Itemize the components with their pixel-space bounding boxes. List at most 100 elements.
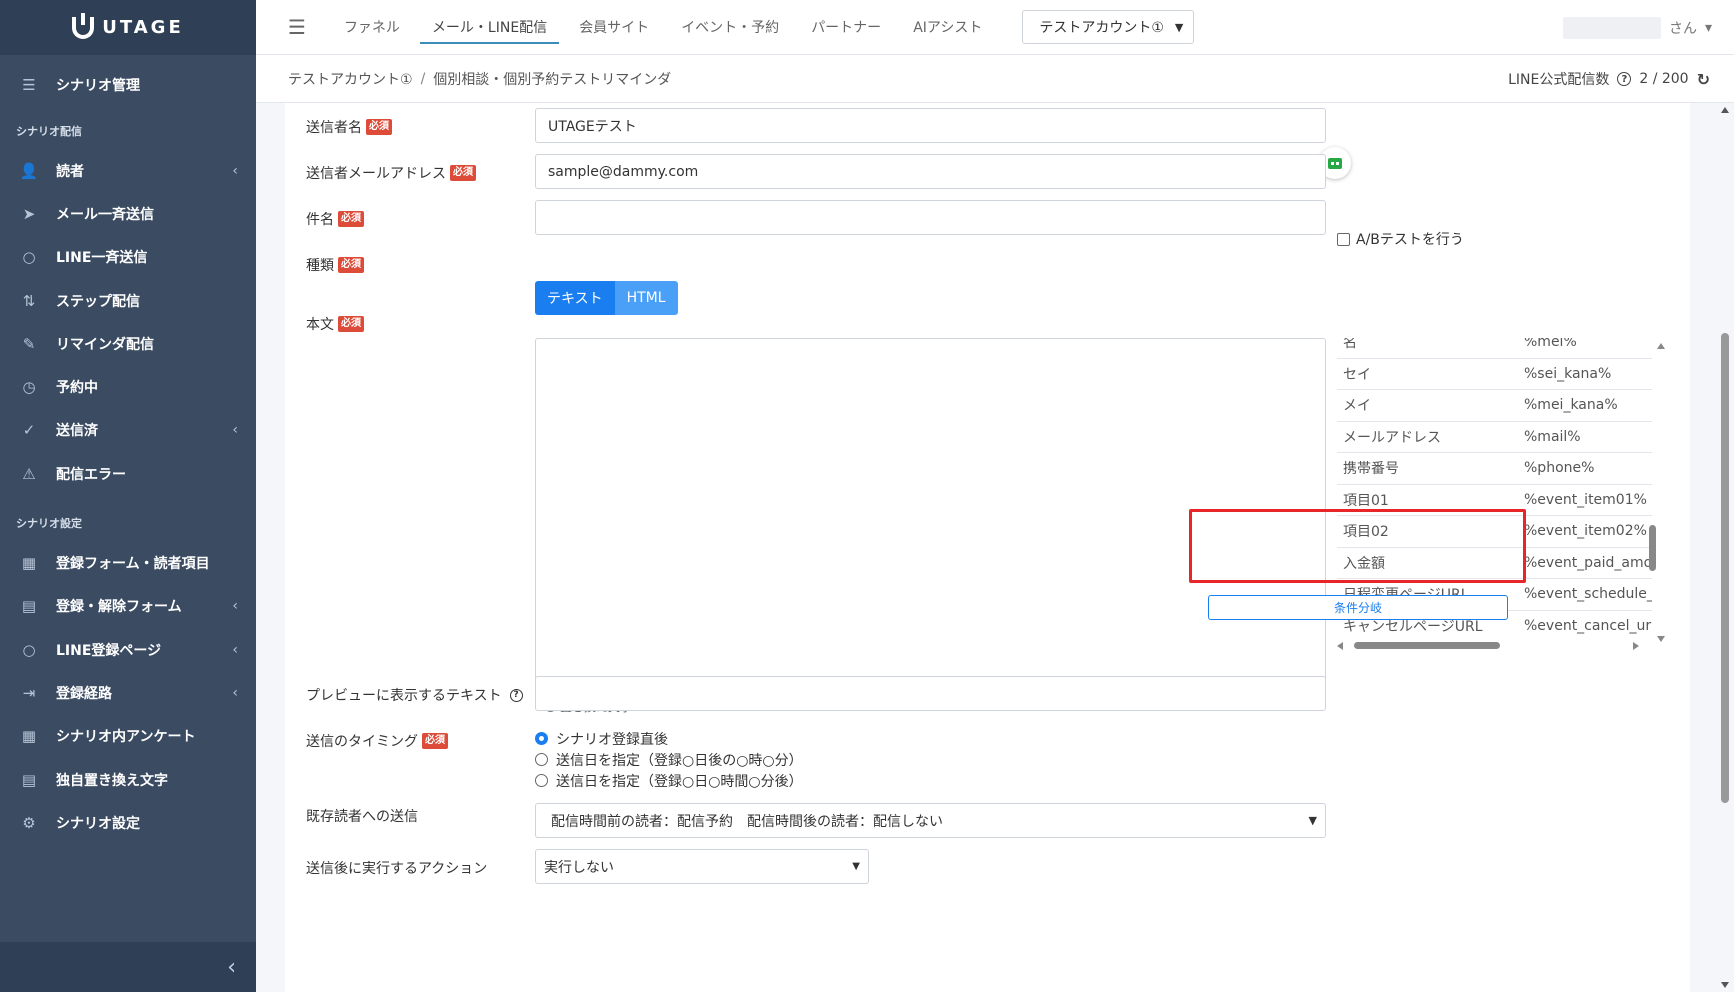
sidebar-item-settings-6[interactable]: ⚙ シナリオ設定 <box>0 801 256 844</box>
replace-var-row[interactable]: メールアドレス %mail% <box>1337 420 1652 453</box>
ab-test-checkbox[interactable]: A/Bテストを行う <box>1337 229 1464 249</box>
help-icon[interactable]: ? <box>509 688 523 702</box>
replace-var-key: 携帯番号 <box>1343 461 1399 478</box>
radio-label: 送信日を指定（登録○日後の○時○分） <box>556 752 803 769</box>
timing-radio-2[interactable]: 送信日を指定（登録○日○時間○分後） <box>535 772 803 790</box>
scroll-right-icon[interactable] <box>1633 642 1639 650</box>
sender-email-input[interactable]: sample@dammy.com <box>535 154 1326 189</box>
timing-radio-1[interactable]: 送信日を指定（登録○日後の○時○分） <box>535 751 803 769</box>
user-name <box>1562 16 1661 39</box>
scroll-thumb[interactable] <box>1354 642 1500 649</box>
sidebar-item-delivery-7[interactable]: ⚠ 配信エラー <box>0 452 256 495</box>
radio-button[interactable] <box>535 753 548 766</box>
preview-text-input[interactable] <box>535 676 1326 711</box>
tab-3[interactable]: イベント・予約 <box>669 0 791 55</box>
sort-icon: ⇅ <box>22 291 36 310</box>
vars-horizontal-scrollbar[interactable] <box>1337 641 1639 651</box>
account-select[interactable]: テストアカウント① ▼ <box>1022 10 1195 44</box>
sidebar-item-label: リマインダ配信 <box>56 336 154 353</box>
type-text-button[interactable]: テキスト <box>535 281 615 315</box>
radio-button[interactable] <box>535 774 548 787</box>
tab-4[interactable]: パートナー <box>799 0 893 55</box>
sidebar-item-label: 登録フォーム・読者項目 <box>56 556 210 573</box>
radio-label: シナリオ登録直後 <box>556 731 668 748</box>
required-badge: 必須 <box>338 257 364 273</box>
timing-radio-0[interactable]: シナリオ登録直後 <box>535 730 803 748</box>
sidebar-item-delivery-2[interactable]: ○ LINE一斉送信 <box>0 236 256 279</box>
user-suffix: さん <box>1668 20 1697 37</box>
label-text: 送信のタイミング <box>306 734 418 750</box>
vars-scroll-thumb[interactable] <box>1649 525 1656 571</box>
email-form: 送信者名 必須 UTAGEテスト 送信者メールアドレス 必須 sample@da… <box>285 103 1690 992</box>
replace-var-value: %mei_kana% <box>1524 397 1618 414</box>
sidebar-item-settings-1[interactable]: ▤ 登録・解除フォーム ‹ <box>0 585 256 628</box>
logo[interactable]: UTAGE <box>0 0 256 55</box>
checkbox[interactable] <box>1337 232 1350 246</box>
list-icon: ☰ <box>22 76 36 94</box>
sidebar-item-delivery-0[interactable]: 👤 読者 ‹ <box>0 149 256 192</box>
topbar: ☰ ファネル メール・LINE配信 会員サイト イベント・予約 パートナー AIアシスト … <box>256 0 1734 55</box>
replace-var-value: %event_paid_amount% <box>1524 554 1652 571</box>
logo-text: UTAGE <box>102 17 184 38</box>
replace-var-key: 名 <box>1343 338 1357 352</box>
sidebar-collapse-button[interactable]: ‹ <box>0 942 256 992</box>
sidebar-item-label: 登録経路 <box>56 685 112 702</box>
tab-0[interactable]: ファネル <box>332 0 412 55</box>
post-action-label: 送信後に実行するアクション <box>306 858 487 878</box>
chevron-down-icon: ▼ <box>1174 20 1184 34</box>
replace-var-row[interactable]: セイ %sei_kana% <box>1337 357 1652 390</box>
condition-branch-button[interactable]: 条件分岐 <box>1208 595 1508 620</box>
sidebar-item-delivery-4[interactable]: ✎ リマインダ配信 <box>0 322 256 365</box>
help-icon[interactable]: ? <box>1617 72 1632 86</box>
sidebar-item-delivery-1[interactable]: ➤ メール一斉送信 <box>0 192 256 235</box>
scroll-down-icon[interactable] <box>1721 982 1729 988</box>
radio-button[interactable] <box>535 732 548 745</box>
subject-label: 件名 必須 <box>306 209 364 229</box>
sidebar-item-scenario-management[interactable]: ☰ シナリオ管理 <box>0 61 256 109</box>
warning-icon: ⚠ <box>22 464 36 483</box>
page-scrollbar[interactable] <box>1716 103 1734 992</box>
required-badge: 必須 <box>338 211 364 227</box>
existing-readers-select[interactable]: 配信時間前の読者：配信予約 配信時間後の読者：配信しない ▼ <box>535 803 1326 838</box>
type-html-button[interactable]: HTML <box>614 281 678 315</box>
chevron-left-icon: ‹ <box>232 641 238 658</box>
required-badge: 必須 <box>422 733 448 749</box>
sidebar-item-settings-5[interactable]: ▤ 独自置き換え文字 <box>0 758 256 801</box>
page-scroll-thumb[interactable] <box>1721 333 1729 803</box>
sidebar-item-settings-3[interactable]: ⇥ 登録経路 ‹ <box>0 671 256 714</box>
scroll-down-icon[interactable] <box>1657 636 1665 642</box>
quota-label: LINE公式配信数 <box>1508 72 1610 88</box>
sidebar-item-delivery-6[interactable]: ✓ 送信済 ‹ <box>0 409 256 452</box>
double-check-icon: ✓ <box>22 421 36 440</box>
user-menu[interactable]: さん ▾ <box>1562 0 1712 55</box>
tab-1[interactable]: メール・LINE配信 <box>419 0 560 55</box>
subject-input[interactable] <box>535 200 1326 235</box>
replace-var-row[interactable]: 携帯番号 %phone% <box>1337 452 1652 484</box>
sidebar-item-delivery-5[interactable]: ◷ 予約中 <box>0 365 256 408</box>
scroll-up-icon[interactable] <box>1657 343 1665 349</box>
document-icon: ▤ <box>21 770 37 789</box>
tab-5[interactable]: AIアシスト <box>901 0 994 55</box>
replace-var-row[interactable]: 名 %mei% <box>1337 338 1652 358</box>
sidebar-section-delivery: シナリオ配信 <box>16 125 82 138</box>
post-action-select[interactable]: 実行しない ▼ <box>535 849 869 884</box>
sidebar-item-settings-0[interactable]: ▦ 登録フォーム・読者項目 <box>0 541 256 584</box>
sidebar-item-label: シナリオ設定 <box>56 815 140 832</box>
scroll-left-icon[interactable] <box>1337 642 1343 650</box>
sidebar-item-settings-4[interactable]: ▦ シナリオ内アンケート <box>0 715 256 758</box>
refresh-icon[interactable]: ↻ <box>1697 70 1710 89</box>
tab-2[interactable]: 会員サイト <box>567 0 661 55</box>
users-icon: 👤 <box>19 161 39 180</box>
sidebar-section-settings: シナリオ設定 <box>16 517 82 531</box>
sidebar-item-delivery-3[interactable]: ⇅ ステップ配信 <box>0 279 256 322</box>
scroll-up-icon[interactable] <box>1721 107 1729 113</box>
sender-name-input[interactable]: UTAGEテスト <box>535 108 1326 143</box>
form-icon: ▤ <box>21 597 37 616</box>
sidebar-item-settings-2[interactable]: ○ LINE登録ページ ‹ <box>0 628 256 671</box>
hamburger-menu-icon[interactable]: ☰ <box>288 15 306 39</box>
vars-vertical-scrollbar[interactable] <box>1655 338 1667 642</box>
breadcrumb-item-account[interactable]: テストアカウント① <box>288 69 413 89</box>
send-icon: ➤ <box>22 204 36 223</box>
replace-var-row[interactable]: メイ %mei_kana% <box>1337 389 1652 421</box>
sidebar-item-label: シナリオ内アンケート <box>56 729 196 746</box>
